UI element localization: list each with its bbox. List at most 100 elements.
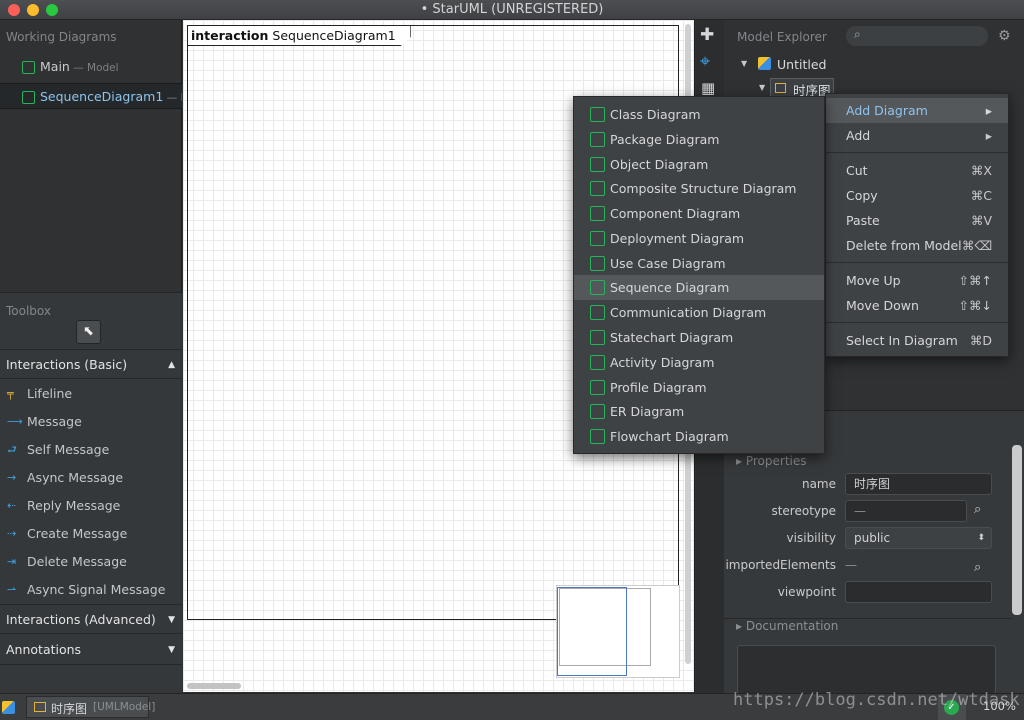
working-diagrams-title: Working Diagrams	[6, 30, 117, 44]
tree-collapse-icon[interactable]: ▼	[741, 59, 747, 68]
tool-self-message[interactable]: ⮐ Self Message	[0, 436, 182, 464]
settings-gear-icon[interactable]: ⚙	[998, 28, 1011, 44]
submenu-item-profile-diagram[interactable]: Profile Diagram	[574, 375, 824, 400]
submenu-item-statechart-diagram[interactable]: Statechart Diagram	[574, 325, 824, 350]
stereotype-field[interactable]: —	[845, 500, 967, 522]
collapse-up-icon: ▲	[168, 360, 175, 370]
tool-delete-message[interactable]: ⇥ Delete Message	[0, 548, 182, 576]
tool-label: Async Message	[27, 470, 124, 485]
tree-item-untitled[interactable]: Untitled	[777, 57, 826, 72]
menu-item-move-up[interactable]: Move Up ⇧⌘↑	[826, 268, 1008, 293]
menu-item-add[interactable]: Add ▸	[826, 123, 1008, 148]
menu-separator	[826, 152, 1008, 153]
submenu-item-use-case-diagram[interactable]: Use Case Diagram	[574, 251, 824, 276]
profile-diagram-icon	[590, 380, 605, 395]
frame-name: SequenceDiagram1	[272, 28, 396, 43]
explorer-search-input[interactable]: ⌕	[846, 26, 988, 46]
frame-label: interaction SequenceDiagram1	[188, 26, 411, 46]
package-diagram-icon	[590, 132, 605, 147]
group-interactions-basic[interactable]: Interactions (Basic) ▲	[0, 349, 182, 379]
properties-scrollbar[interactable]	[1012, 445, 1022, 615]
class-diagram-icon	[590, 107, 605, 122]
submenu-item-label: Activity Diagram	[610, 355, 715, 370]
deployment-diagram-icon	[590, 231, 605, 246]
name-field[interactable]: 时序图	[845, 473, 992, 495]
horizontal-scrollbar[interactable]	[187, 683, 241, 689]
working-diagram-name: SequenceDiagram1	[40, 89, 164, 104]
properties-title: Properties	[745, 454, 807, 468]
group-interactions-advanced[interactable]: Interactions (Advanced) ▼	[0, 604, 182, 634]
working-diagram-name: Main	[40, 59, 70, 74]
imported-elements-search-icon[interactable]: ⌕	[974, 560, 981, 575]
menu-item-label: Select In Diagram	[846, 333, 958, 348]
submenu-item-sequence-diagram[interactable]: Sequence Diagram	[574, 275, 824, 300]
submenu-item-composite-structure-diagram[interactable]: Composite Structure Diagram	[574, 176, 824, 201]
menu-item-label: Delete from Model	[846, 238, 962, 253]
tool-async-message[interactable]: → Async Message	[0, 464, 182, 492]
shortcut-label: ⌘C	[970, 188, 992, 203]
submenu-item-label: Package Diagram	[610, 132, 720, 147]
statechart-diagram-icon	[590, 330, 605, 345]
minimap-viewport[interactable]	[557, 587, 627, 676]
group-annotations[interactable]: Annotations ▼	[0, 635, 182, 665]
submenu-item-label: Composite Structure Diagram	[610, 181, 797, 196]
imported-elements-label: importedElements	[725, 558, 836, 572]
menu-item-move-down[interactable]: Move Down ⇧⌘↓	[826, 293, 1008, 318]
select-tool-button[interactable]: ⬉	[76, 320, 101, 344]
viewpoint-field[interactable]	[845, 581, 992, 603]
submenu-item-class-diagram[interactable]: Class Diagram	[574, 102, 824, 127]
navigator-icon[interactable]: ⌖	[700, 51, 710, 72]
tool-lifeline[interactable]: ╤ Lifeline	[0, 380, 182, 408]
menu-item-cut[interactable]: Cut ⌘X	[826, 158, 1008, 183]
reply-message-icon: ⇠	[7, 499, 17, 512]
tool-create-message[interactable]: ⇢ Create Message	[0, 520, 182, 548]
tool-reply-message[interactable]: ⇠ Reply Message	[0, 492, 182, 520]
imported-elements-value: —	[845, 558, 857, 572]
menu-item-copy[interactable]: Copy ⌘C	[826, 183, 1008, 208]
menu-item-select-in-diagram[interactable]: Select In Diagram ⌘D	[826, 328, 1008, 353]
tool-message[interactable]: ⟶ Message	[0, 408, 182, 436]
menu-item-label: Cut	[846, 163, 868, 178]
submenu-item-label: Sequence Diagram	[610, 280, 730, 295]
expand-down-icon: ▼	[168, 645, 175, 655]
title-bar: • StarUML (UNREGISTERED)	[0, 0, 1024, 20]
minimap[interactable]	[556, 585, 680, 678]
menu-item-paste[interactable]: Paste ⌘V	[826, 208, 1008, 233]
submenu-item-object-diagram[interactable]: Object Diagram	[574, 152, 824, 177]
submenu-item-activity-diagram[interactable]: Activity Diagram	[574, 350, 824, 375]
working-diagram-type: — Inter	[166, 92, 182, 104]
tool-label: Reply Message	[27, 498, 121, 513]
submenu-item-package-diagram[interactable]: Package Diagram	[574, 127, 824, 152]
expand-right-icon: ▸	[736, 619, 746, 633]
lifeline-icon: ╤	[7, 387, 14, 400]
select-arrows-icon: ⬍	[977, 533, 985, 543]
diagram-icon	[22, 61, 35, 74]
submenu-item-communication-diagram[interactable]: Communication Diagram	[574, 300, 824, 325]
outline-icon[interactable]: ▦	[701, 79, 715, 97]
submenu-item-component-diagram[interactable]: Component Diagram	[574, 201, 824, 226]
menu-separator	[826, 262, 1008, 263]
menu-item-add-diagram[interactable]: Add Diagram ▸	[826, 98, 1008, 123]
working-diagram-main[interactable]: Main — Model	[0, 54, 182, 80]
documentation-textarea[interactable]	[737, 645, 996, 694]
shortcut-label: ⌘D	[969, 333, 992, 348]
visibility-select[interactable]: public ⬍	[845, 527, 992, 549]
async-signal-icon: ⇀	[7, 583, 17, 596]
submenu-item-flowchart-diagram[interactable]: Flowchart Diagram	[574, 424, 824, 449]
submenu-item-label: Statechart Diagram	[610, 330, 734, 345]
selected-element-indicator[interactable]: 时序图 [UMLModel]	[26, 696, 155, 718]
tool-label: Create Message	[27, 526, 128, 541]
extensions-icon[interactable]: ✚	[700, 25, 714, 45]
properties-section-header[interactable]: ▸ Properties	[736, 454, 807, 468]
submenu-item-er-diagram[interactable]: ER Diagram	[574, 399, 824, 424]
stereotype-search-icon[interactable]: ⌕	[974, 502, 981, 517]
working-diagram-sequence[interactable]: SequenceDiagram1 — Inter	[0, 83, 182, 109]
element-type: [UMLModel]	[93, 701, 156, 713]
documentation-section-header[interactable]: ▸ Documentation	[736, 619, 838, 633]
tool-async-signal-message[interactable]: ⇀ Async Signal Message	[0, 576, 182, 604]
menu-item-delete-from-model[interactable]: Delete from Model ⌘⌫	[826, 233, 1008, 258]
activity-diagram-icon	[590, 355, 605, 370]
tree-collapse-icon[interactable]: ▼	[759, 83, 765, 92]
delete-message-icon: ⇥	[7, 555, 17, 568]
submenu-item-deployment-diagram[interactable]: Deployment Diagram	[574, 226, 824, 251]
